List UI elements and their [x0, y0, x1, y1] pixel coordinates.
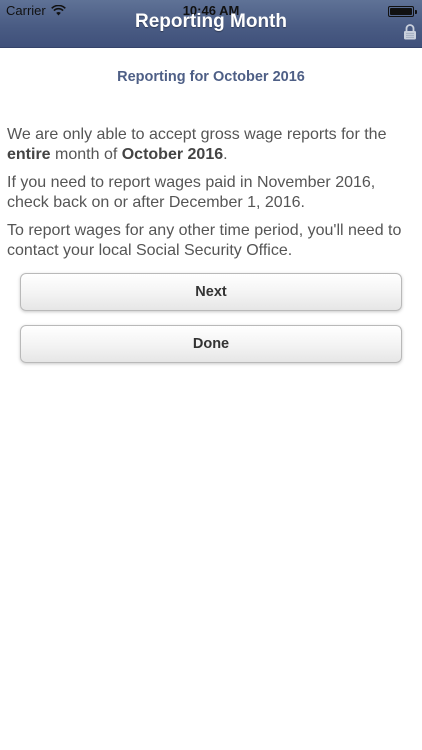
reporting-period-subtitle: Reporting for October 2016: [117, 69, 305, 85]
done-button[interactable]: Done: [20, 325, 402, 363]
lock-icon[interactable]: [403, 24, 417, 40]
other-period-notice: To report wages for any other time perio…: [7, 222, 402, 259]
reporting-month-screen: Carrier 10:46 AM Reporting Month Reporti…: [0, 0, 422, 750]
notice-emphasis-entire: entire: [7, 145, 51, 163]
next-month-notice: If you need to report wages paid in Nove…: [7, 174, 376, 211]
navigation-header: Carrier 10:46 AM Reporting Month: [0, 0, 422, 48]
notice-emphasis-month: October 2016: [121, 145, 224, 163]
notice-text-middle: month of: [50, 145, 122, 163]
notice-text-end: .: [223, 145, 228, 163]
next-button[interactable]: Next: [20, 273, 402, 311]
notice-text: We are only able to accept gross wage re…: [7, 126, 387, 143]
page-title: Reporting Month: [135, 11, 287, 32]
gross-wage-notice: We are only able to accept gross wage re…: [7, 125, 417, 164]
